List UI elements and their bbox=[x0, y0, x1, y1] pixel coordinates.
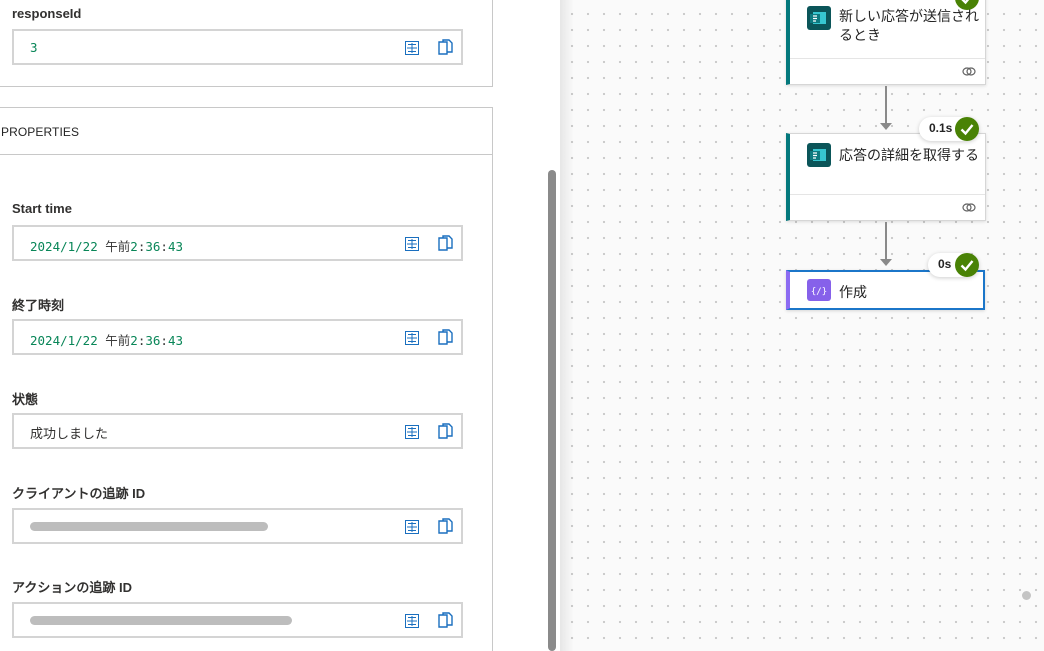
status-label: 状態 bbox=[12, 392, 39, 407]
run-details-panel: responseId 3 PROPERTIES Start time 2024/… bbox=[0, 0, 560, 651]
node-footer bbox=[790, 58, 985, 84]
end-time-label: 終了時刻 bbox=[12, 298, 65, 313]
copy-icon[interactable] bbox=[438, 39, 454, 57]
duration-badge: 0.1s bbox=[919, 117, 979, 141]
compose-icon: {∕} bbox=[807, 279, 831, 301]
compose-title: 作成 bbox=[839, 284, 867, 300]
trigger-node[interactable]: 新しい応答が送信されるとき bbox=[786, 0, 986, 85]
response-id-label: responseId bbox=[12, 6, 82, 21]
panel-scrollbar[interactable] bbox=[548, 170, 556, 651]
start-time-field: 2024/1/22 午前2:36:43 bbox=[12, 225, 463, 261]
connector-line bbox=[885, 222, 887, 260]
copy-icon[interactable] bbox=[438, 423, 454, 441]
connector-arrow bbox=[880, 123, 892, 130]
expand-icon[interactable] bbox=[405, 41, 419, 55]
panel-shadow bbox=[560, 0, 574, 651]
forms-icon bbox=[807, 143, 831, 167]
get-details-title: 応答の詳細を取得する bbox=[839, 147, 979, 163]
expand-icon[interactable] bbox=[405, 237, 419, 251]
copy-icon[interactable] bbox=[438, 235, 454, 253]
connector-arrow bbox=[880, 259, 892, 266]
svg-text:{∕}: {∕} bbox=[811, 287, 827, 297]
success-check-icon bbox=[955, 253, 979, 277]
start-time-label: Start time bbox=[12, 201, 72, 216]
properties-section: PROPERTIES bbox=[0, 107, 493, 651]
duration-badge: 0s bbox=[928, 253, 979, 277]
duration-text: 0.1s bbox=[929, 121, 953, 135]
get-response-details-node[interactable]: 応答の詳細を取得する bbox=[786, 133, 986, 221]
start-time-value: 2024/1/22 午前2:36:43 bbox=[30, 239, 183, 254]
forms-icon bbox=[807, 6, 831, 30]
end-time-field: 2024/1/22 午前2:36:43 bbox=[12, 319, 463, 355]
status-value: 成功しました bbox=[30, 427, 109, 442]
canvas-handle[interactable] bbox=[1022, 591, 1031, 600]
copy-icon[interactable] bbox=[438, 518, 454, 536]
copy-icon[interactable] bbox=[438, 329, 454, 347]
redacted-value bbox=[30, 616, 292, 625]
expand-icon[interactable] bbox=[405, 520, 419, 534]
duration-text: 0s bbox=[938, 257, 952, 271]
end-time-value: 2024/1/22 午前2:36:43 bbox=[30, 333, 183, 348]
client-tracking-id-field bbox=[12, 508, 463, 544]
expand-icon[interactable] bbox=[405, 614, 419, 628]
action-tracking-id-label: アクションの追跡 ID bbox=[12, 580, 132, 595]
expand-icon[interactable] bbox=[405, 331, 419, 345]
client-tracking-id-label: クライアントの追跡 ID bbox=[12, 486, 146, 501]
success-check-icon bbox=[955, 117, 979, 141]
success-check-icon bbox=[955, 0, 979, 10]
node-footer bbox=[790, 194, 985, 220]
properties-title: PROPERTIES bbox=[1, 125, 80, 139]
copy-icon[interactable] bbox=[438, 612, 454, 630]
link-icon[interactable] bbox=[962, 66, 976, 77]
connector-line bbox=[885, 86, 887, 124]
link-icon[interactable] bbox=[962, 202, 976, 213]
properties-divider bbox=[0, 154, 492, 155]
action-tracking-id-field bbox=[12, 602, 463, 638]
flow-canvas[interactable] bbox=[560, 0, 1044, 651]
response-id-value: 3 bbox=[30, 40, 38, 55]
redacted-value bbox=[30, 522, 268, 531]
expand-icon[interactable] bbox=[405, 425, 419, 439]
status-field: 成功しました bbox=[12, 413, 463, 449]
response-id-field: 3 bbox=[12, 29, 463, 65]
trigger-title: 新しい応答が送信されるとき bbox=[839, 8, 979, 43]
